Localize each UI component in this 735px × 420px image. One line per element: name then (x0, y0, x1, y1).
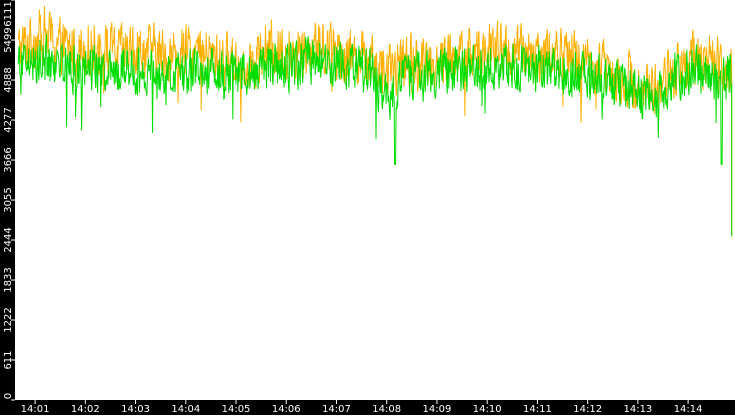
x-tick-label: 14:14 (674, 404, 703, 415)
y-tick-label: 611 (3, 350, 14, 369)
x-tick-label: 14:10 (473, 404, 502, 415)
x-tick-label: 14:05 (222, 404, 251, 415)
chart: 0 611 1222 1833 2444 3055 3666 4277 4888 5499 6111… (0, 0, 735, 415)
y-tick-label: 6111 (3, 1, 14, 26)
x-tick-label: 14:04 (171, 404, 200, 415)
y-tick-label: 1833 (3, 267, 14, 292)
x-tick-label: 14:08 (372, 404, 401, 415)
x-tick-label: 14:11 (523, 404, 552, 415)
y-tick-label: 4277 (3, 107, 14, 132)
x-tick-label: 14:01 (21, 404, 50, 415)
x-tick-label: 14:02 (71, 404, 100, 415)
y-tick-label: 3666 (3, 147, 14, 172)
x-tick-label: 14:03 (121, 404, 150, 415)
y-tick-label: 1222 (3, 307, 14, 332)
line-chart: 0 611 1222 1833 2444 3055 3666 4277 4888 54996111… (0, 0, 735, 415)
x-tick-label: 14:12 (573, 404, 602, 415)
x-tick-label: 14:09 (423, 404, 452, 415)
y-tick-label: 0 (3, 393, 14, 399)
x-tick-label: 14:06 (272, 404, 301, 415)
x-tick-label: 14:07 (322, 404, 351, 415)
y-tick-label: 4888 (3, 67, 14, 92)
y-tick-label: 5499 (3, 27, 14, 52)
y-tick-label: 3055 (3, 187, 14, 212)
y-tick-label: 2444 (3, 227, 14, 252)
x-tick-label: 14:13 (623, 404, 652, 415)
